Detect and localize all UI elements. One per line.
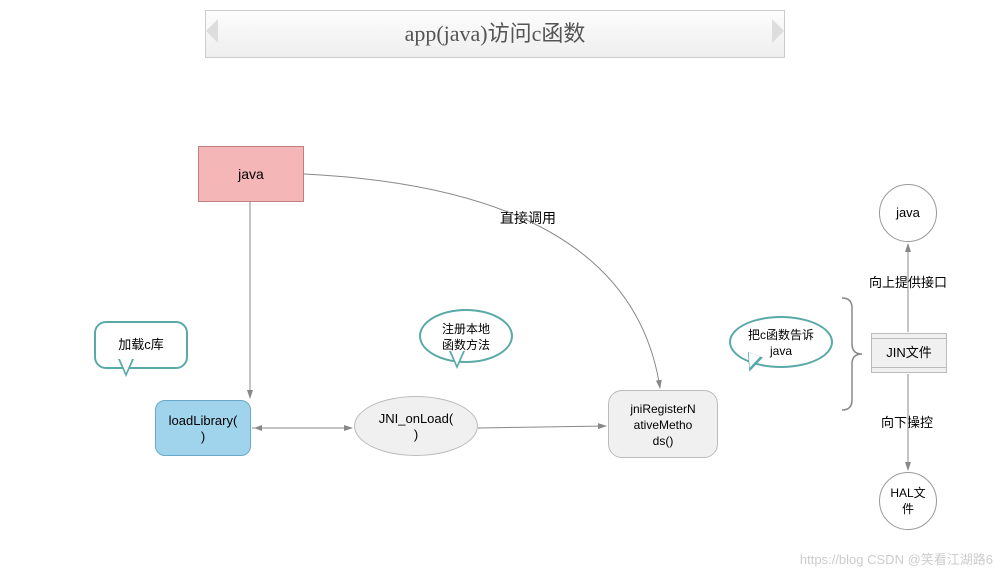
node-loadlibrary: loadLibrary() (155, 400, 251, 456)
callout-load-c: 加载c库 (94, 321, 188, 369)
label-direct-call: 直接调用 (500, 208, 556, 228)
callout-tell-text: 把c函数告诉java (748, 328, 814, 358)
hal-text: HAL文件 (890, 486, 925, 516)
node-java: java (198, 146, 304, 202)
loadlib-text: loadLibrary() (169, 413, 238, 444)
node-hal-file: HAL文件 (879, 472, 937, 530)
node-jni-onload: JNI_onLoad() (354, 396, 478, 456)
callout-tell-java: 把c函数告诉java (729, 316, 833, 368)
onload-text: JNI_onLoad() (379, 411, 453, 442)
callout-register: 注册本地函数方法 (419, 309, 513, 363)
node-java-right: java (879, 184, 937, 242)
node-jni-register: jniRegisterNativeMethods() (608, 390, 718, 458)
page-title: app(java)访问c函数 (205, 10, 785, 58)
title-banner: app(java)访问c函数 (205, 10, 785, 58)
watermark: https://blog CSDN @笑看江湖路6 (800, 549, 993, 568)
node-jin-file: JIN文件 (871, 333, 947, 373)
jnireg-text: jniRegisterNativeMethods() (630, 402, 695, 448)
label-provide-up: 向上提供接口 (869, 272, 947, 291)
connector-arrows (0, 0, 1003, 572)
callout-register-text: 注册本地函数方法 (442, 322, 490, 352)
label-control-down: 向下操控 (881, 412, 933, 431)
